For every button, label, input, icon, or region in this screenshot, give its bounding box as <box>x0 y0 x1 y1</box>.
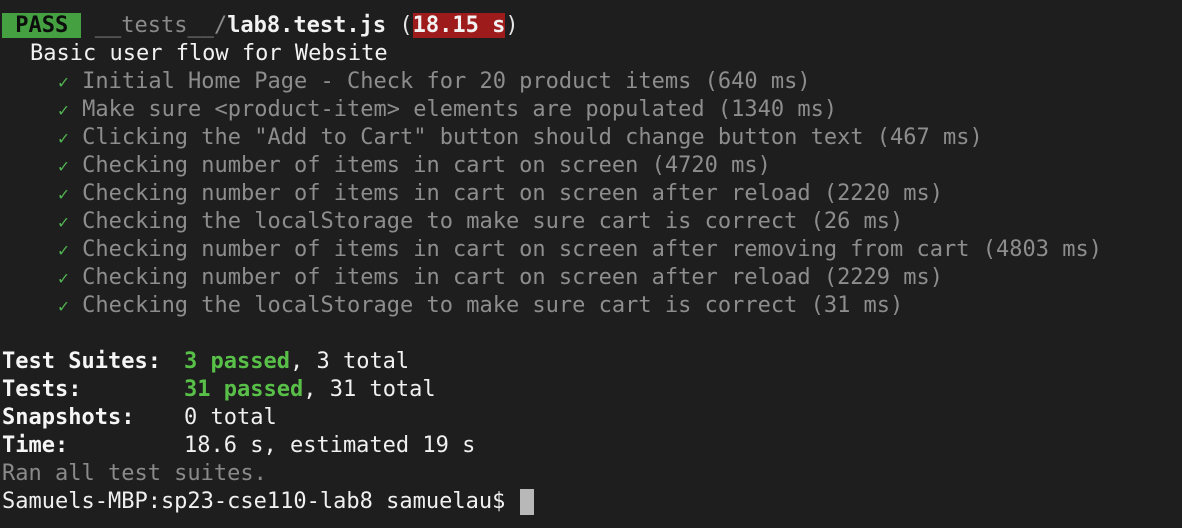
test-result-text: Checking the localStorage to make sure c… <box>82 293 904 318</box>
summary-time: Time: 18.6 s, estimated 19 s <box>2 432 475 460</box>
test-result-item: ✓ Initial Home Page - Check for 20 produ… <box>58 68 811 96</box>
test-result-text: Checking number of items in cart on scre… <box>82 265 944 290</box>
summary-tests-total: , 31 total <box>303 377 436 402</box>
suite-name: Basic user flow for Website <box>30 41 388 66</box>
test-result-item: ✓ Checking number of items in cart on sc… <box>58 180 943 208</box>
check-icon: ✓ <box>58 296 69 317</box>
ran-all-suites-text: Ran all test suites. <box>2 461 267 486</box>
summary-snapshots: Snapshots: 0 total <box>2 404 277 432</box>
test-file-header: PASS __tests__/lab8.test.js (18.15 s) <box>2 12 519 40</box>
check-icon: ✓ <box>58 184 69 205</box>
terminal-cursor <box>519 489 534 515</box>
check-icon: ✓ <box>58 100 69 121</box>
summary-suites-passed: 3 passed <box>184 349 290 374</box>
test-dir-path: __tests__/ <box>94 13 228 38</box>
test-result-text: Checking number of items in cart on scre… <box>82 181 944 206</box>
time-open-paren: ( <box>399 13 413 38</box>
pass-status-badge: PASS <box>2 13 82 38</box>
pass-status-label: PASS <box>15 13 69 38</box>
summary-snapshots-label: Snapshots: <box>2 405 135 430</box>
summary-snapshots-value: 0 total <box>184 405 277 430</box>
check-icon: ✓ <box>58 240 69 261</box>
test-file-name: lab8.test.js <box>227 13 387 38</box>
check-icon: ✓ <box>58 128 69 149</box>
test-result-text: Make sure <product-item> elements are po… <box>82 97 838 122</box>
shell-prompt-text: Samuels-MBP:sp23-cse110-lab8 samuelau$ <box>2 489 519 514</box>
check-icon: ✓ <box>58 212 69 233</box>
check-icon: ✓ <box>58 268 69 289</box>
test-result-text: Checking the localStorage to make sure c… <box>82 209 904 234</box>
summary-tests-label: Tests: <box>2 377 82 402</box>
shell-prompt-line[interactable]: Samuels-MBP:sp23-cse110-lab8 samuelau$ <box>2 488 534 516</box>
test-result-text: Clicking the "Add to Cart" button should… <box>82 125 983 150</box>
test-result-text: Checking number of items in cart on scre… <box>82 153 771 178</box>
test-result-item: ✓ Checking number of items in cart on sc… <box>58 152 771 180</box>
summary-time-label: Time: <box>2 433 69 458</box>
slow-time-badge: 18.15 s <box>412 13 506 38</box>
summary-suites-total: , 3 total <box>289 349 410 374</box>
summary-tests: Tests: 31 passed, 31 total <box>2 376 436 404</box>
test-result-item: ✓ Checking number of items in cart on sc… <box>58 264 943 292</box>
check-icon: ✓ <box>58 156 69 177</box>
test-result-text: Checking number of items in cart on scre… <box>82 237 1102 262</box>
test-result-text: Initial Home Page - Check for 20 product… <box>82 69 811 94</box>
test-result-item: ✓ Checking number of items in cart on sc… <box>58 236 1102 264</box>
test-result-item: ✓ Checking the localStorage to make sure… <box>58 292 903 320</box>
summary-time-value: 18.6 s, estimated 19 s <box>184 433 476 458</box>
check-icon: ✓ <box>58 72 69 93</box>
time-close-paren: ) <box>505 13 519 38</box>
summary-test-suites: Test Suites: 3 passed, 3 total <box>2 348 409 376</box>
test-result-item: ✓ Checking the localStorage to make sure… <box>58 208 903 236</box>
test-result-item: ✓ Make sure <product-item> elements are … <box>58 96 837 124</box>
summary-tests-passed: 31 passed <box>184 377 304 402</box>
test-result-item: ✓ Clicking the "Add to Cart" button shou… <box>58 124 983 152</box>
summary-suites-label: Test Suites: <box>2 349 161 374</box>
